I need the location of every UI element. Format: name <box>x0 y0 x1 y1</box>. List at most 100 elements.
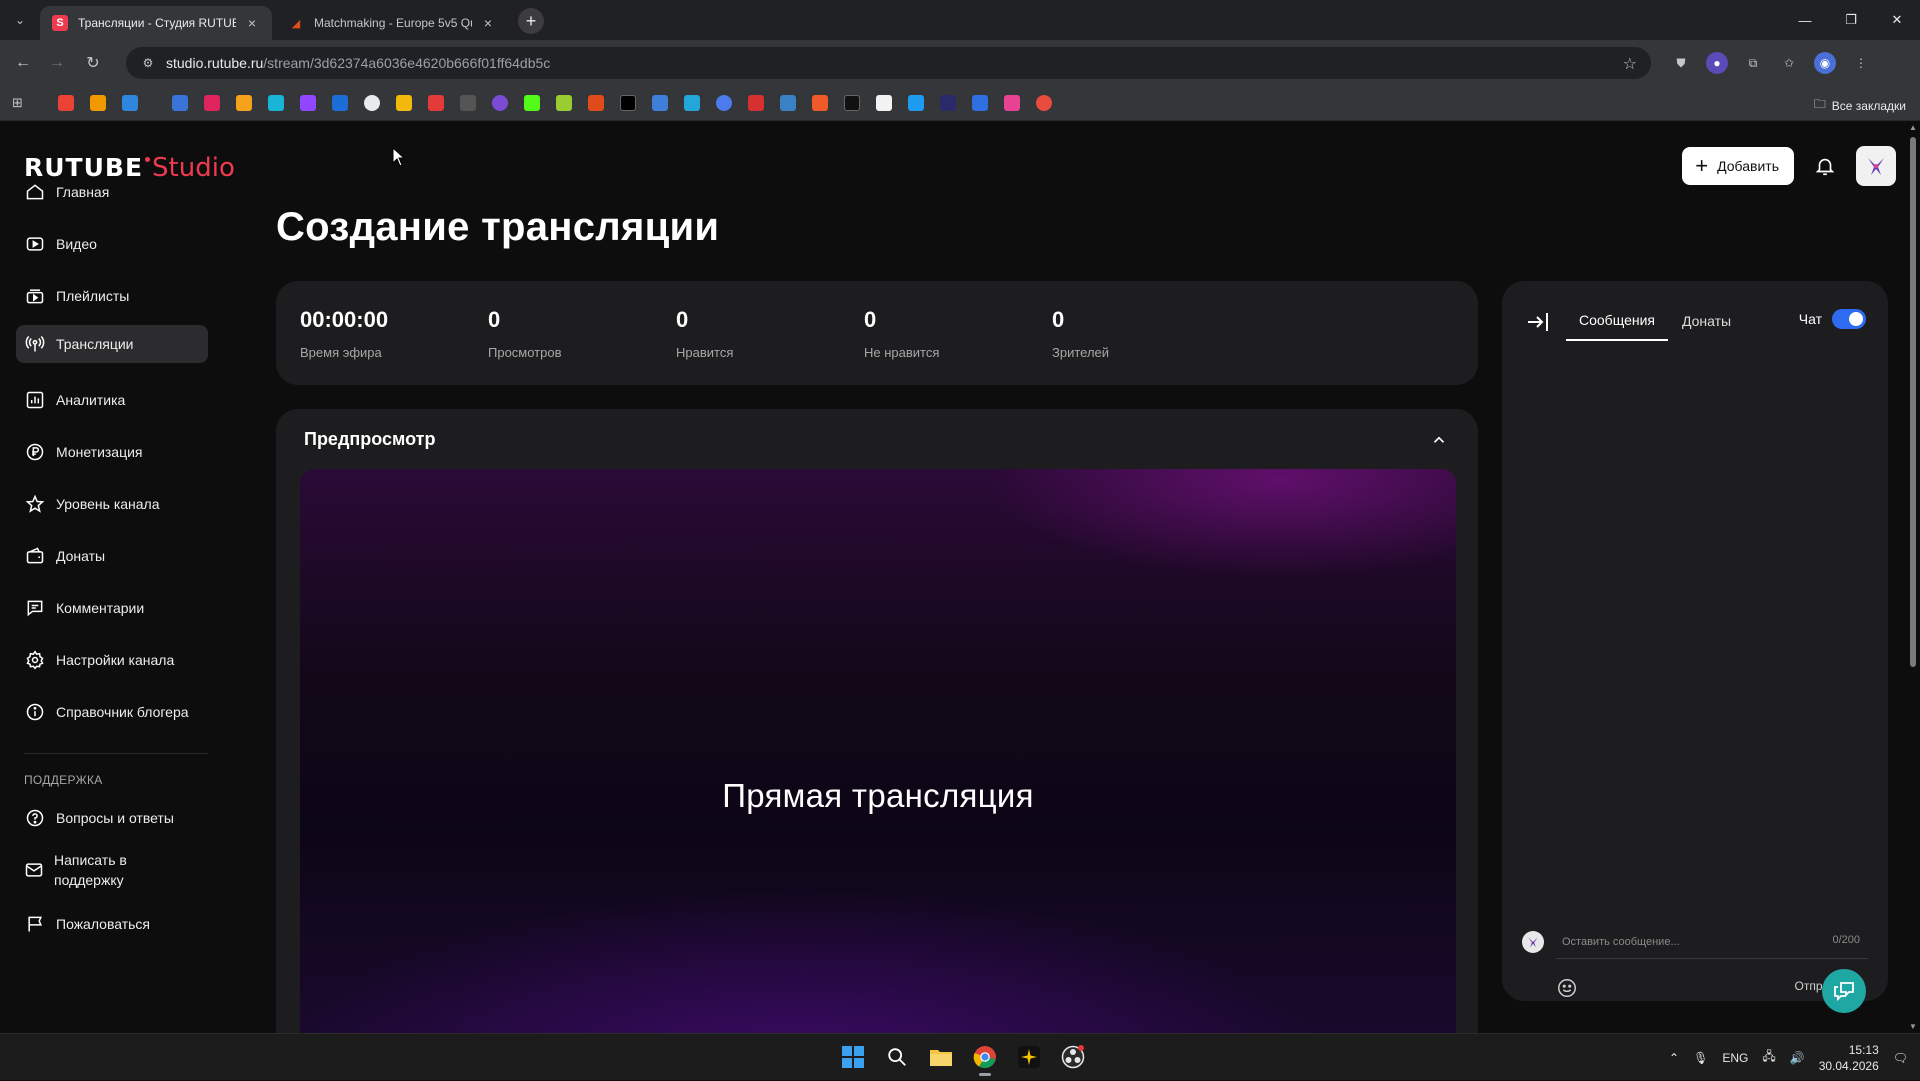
sidebar-item-faq[interactable]: Вопросы и ответы <box>16 799 208 837</box>
bell-icon[interactable] <box>1812 153 1838 179</box>
new-tab-button[interactable]: + <box>518 8 544 34</box>
collapse-panel-icon[interactable] <box>1526 311 1550 333</box>
extension-circle-icon[interactable]: ● <box>1706 52 1728 74</box>
add-button[interactable]: + Добавить <box>1682 147 1794 185</box>
all-bookmarks-button[interactable]: 🗀 Все закладки <box>1814 95 1906 116</box>
bookmark-youtube-icon[interactable] <box>204 95 220 111</box>
browser-tab-matchmaking[interactable]: ◢ Matchmaking - Europe 5v5 Qu × <box>276 6 508 40</box>
bookmark-star-icon[interactable]: ☆ <box>1623 54 1637 74</box>
sidebar-item-comments[interactable]: Комментарии <box>16 589 208 627</box>
sidebar-item-contact-support[interactable]: Написать в поддержку <box>16 844 166 896</box>
tab-search-button[interactable]: ⌄ <box>8 8 32 32</box>
apps-grid-icon[interactable]: ⊞ <box>12 95 28 111</box>
bookmark-icon[interactable] <box>780 95 796 111</box>
puzzle-icon[interactable]: ⧉ <box>1742 52 1764 74</box>
sidebar-item-donations[interactable]: Донаты <box>16 537 208 575</box>
sidebar-item-monetization[interactable]: Монетизация <box>16 433 208 471</box>
close-window-icon[interactable]: ✕ <box>1874 0 1920 40</box>
microphone-icon[interactable]: 🎙 <box>1693 1051 1708 1065</box>
file-explorer-icon[interactable] <box>924 1040 958 1074</box>
stream-preview-player[interactable]: Прямая трансляция <box>300 469 1456 1049</box>
bookmark-icon[interactable] <box>1036 95 1052 111</box>
bookmark-binance-icon[interactable] <box>396 95 412 111</box>
clock[interactable]: 15:13 30.04.2026 <box>1819 1042 1879 1074</box>
system-tray: ⌃ 🎙 ENG 🖧 🔊 15:13 30.04.2026 🗨 <box>1669 1034 1908 1081</box>
bookmark-icon[interactable] <box>236 95 252 111</box>
bookmark-gmail-icon[interactable] <box>58 95 74 111</box>
tab-donations[interactable]: Донаты <box>1682 301 1731 341</box>
help-chat-button[interactable] <box>1822 969 1866 1013</box>
sidebar-item-playlists[interactable]: Плейлисты <box>16 277 208 315</box>
chat-message-input[interactable] <box>1556 925 1868 959</box>
message-char-counter: 0/200 <box>1832 934 1860 946</box>
back-icon[interactable]: ← <box>10 50 36 76</box>
bookmark-icon[interactable] <box>876 95 892 111</box>
bookmarks-star-icon[interactable]: ✩ <box>1778 52 1800 74</box>
bookmark-icon[interactable] <box>90 95 106 111</box>
bookmark-icon[interactable] <box>1004 95 1020 111</box>
notification-icon[interactable]: 🗨 <box>1893 1051 1908 1065</box>
forward-icon[interactable]: → <box>44 50 70 76</box>
bookmark-icon[interactable] <box>940 95 956 111</box>
chrome-icon[interactable] <box>968 1040 1002 1076</box>
bookmark-icon[interactable] <box>972 95 988 111</box>
sidebar-item-analytics[interactable]: Аналитика <box>16 381 208 419</box>
search-icon[interactable] <box>880 1040 914 1074</box>
sidebar-item-blogger-guide[interactable]: Справочник блогера <box>16 693 208 731</box>
avatar[interactable] <box>1856 146 1896 186</box>
bookmark-icon[interactable] <box>556 95 572 111</box>
bookmark-kick-icon[interactable] <box>524 95 540 111</box>
reload-icon[interactable]: ↻ <box>80 50 106 76</box>
scroll-down-icon[interactable]: ▼ <box>1908 1022 1918 1031</box>
sidebar-item-channel-level[interactable]: Уровень канала <box>16 485 208 523</box>
bookmark-icon[interactable] <box>716 95 732 111</box>
bookmark-icon[interactable] <box>172 95 188 111</box>
tab-messages[interactable]: Сообщения <box>1566 301 1668 341</box>
obs-icon[interactable] <box>1056 1040 1090 1074</box>
close-icon[interactable]: × <box>244 15 260 31</box>
language-indicator[interactable]: ENG <box>1722 1051 1748 1065</box>
bookmark-icon[interactable] <box>332 95 348 111</box>
bookmark-tiktok-icon[interactable] <box>844 95 860 111</box>
restore-icon[interactable]: ❐ <box>1828 0 1874 40</box>
profile-avatar-icon[interactable]: ◉ <box>1814 52 1836 74</box>
bookmark-twitch-icon[interactable] <box>300 95 316 111</box>
sidebar-item-report[interactable]: Пожаловаться <box>16 905 208 943</box>
page-scrollbar[interactable]: ▲ ▼ <box>1906 121 1920 1033</box>
chat-toggle-switch[interactable] <box>1832 309 1866 329</box>
chevron-up-icon[interactable] <box>1430 431 1448 449</box>
bookmark-icon[interactable] <box>268 95 284 111</box>
menu-dots-icon[interactable]: ⋮ <box>1850 52 1872 74</box>
chat-toggle[interactable]: Чат <box>1799 309 1866 329</box>
bookmark-icon[interactable] <box>492 95 508 111</box>
emoji-icon[interactable] <box>1556 977 1578 999</box>
sidebar-item-channel-settings[interactable]: Настройки канала <box>16 641 208 679</box>
windows-start-icon[interactable] <box>836 1040 870 1074</box>
address-bar[interactable]: ⚙ studio.rutube.ru/stream/3d62374a6036e4… <box>126 47 1651 79</box>
bookmark-icon[interactable] <box>684 95 700 111</box>
bookmark-icon[interactable] <box>460 95 476 111</box>
network-icon[interactable]: 🖧 <box>1762 1047 1775 1068</box>
bookmark-icon[interactable] <box>428 95 444 111</box>
tray-chevron-up-icon[interactable]: ⌃ <box>1669 1051 1679 1065</box>
scrollbar-thumb[interactable] <box>1910 137 1916 667</box>
browser-tab-rutube[interactable]: S Трансляции - Студия RUTUBE × <box>40 6 272 40</box>
bookmark-icon[interactable] <box>748 95 764 111</box>
bookmark-x-icon[interactable] <box>620 95 636 111</box>
sidebar-item-home[interactable]: Главная <box>16 173 208 211</box>
app-star-icon[interactable] <box>1012 1040 1046 1074</box>
bookmark-icon[interactable] <box>364 95 380 111</box>
bookmark-icon[interactable] <box>652 95 668 111</box>
volume-icon[interactable]: 🔊 <box>1790 1051 1805 1065</box>
bookmark-vk-icon[interactable] <box>122 95 138 111</box>
bookmark-icon[interactable] <box>588 95 604 111</box>
shield-extension-icon[interactable]: ⛊ <box>1670 52 1692 74</box>
close-icon[interactable]: × <box>480 15 496 31</box>
scroll-up-icon[interactable]: ▲ <box>1908 123 1918 132</box>
bookmark-icon[interactable] <box>908 95 924 111</box>
bookmark-icon[interactable] <box>812 95 828 111</box>
site-info-icon[interactable]: ⚙ <box>140 55 156 71</box>
sidebar-item-broadcasts[interactable]: Трансляции <box>16 325 208 363</box>
sidebar-item-video[interactable]: Видео <box>16 225 208 263</box>
minimize-icon[interactable]: — <box>1782 0 1828 40</box>
